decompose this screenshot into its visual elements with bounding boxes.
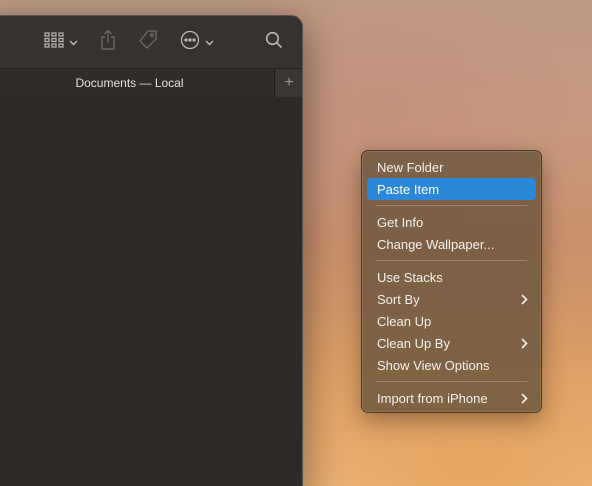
menu-item-label: Change Wallpaper... <box>377 236 495 252</box>
finder-window: Documents — Local + <box>0 15 303 486</box>
menu-separator <box>376 381 527 382</box>
menu-item-get-info[interactable]: Get Info <box>367 211 536 233</box>
search-icon <box>265 31 283 54</box>
tab-title: Documents — Local <box>75 76 184 90</box>
chevron-down-icon <box>69 33 78 51</box>
finder-toolbar <box>0 16 302 68</box>
menu-item-label: Get Info <box>377 214 424 230</box>
menu-item-label: Paste Item <box>377 181 440 197</box>
menu-item-clean-up[interactable]: Clean Up <box>367 310 536 332</box>
new-tab-button[interactable]: + <box>276 69 302 97</box>
context-menu: New Folder Paste Item Get Info Change Wa… <box>361 150 542 413</box>
share-icon <box>100 29 116 56</box>
chevron-right-icon <box>521 288 528 310</box>
tag-button[interactable] <box>135 29 161 55</box>
menu-item-label: New Folder <box>377 159 444 175</box>
chevron-right-icon <box>521 332 528 354</box>
view-grid-icon <box>44 31 64 53</box>
menu-item-label: Import from iPhone <box>377 390 488 406</box>
menu-item-new-folder[interactable]: New Folder <box>367 156 536 178</box>
menu-item-show-view-options[interactable]: Show View Options <box>367 354 536 376</box>
menu-item-label: Use Stacks <box>377 269 443 285</box>
view-options-button[interactable] <box>41 30 81 54</box>
menu-item-label: Clean Up <box>377 313 432 329</box>
chevron-right-icon <box>521 387 528 409</box>
more-actions-button[interactable] <box>177 30 217 54</box>
tag-icon <box>137 29 159 56</box>
menu-separator <box>376 205 527 206</box>
search-button[interactable] <box>263 31 285 53</box>
menu-item-clean-up-by[interactable]: Clean Up By <box>367 332 536 354</box>
chevron-down-icon <box>205 33 214 51</box>
desktop[interactable]: Documents — Local + New Folder Paste Ite… <box>0 0 592 486</box>
more-actions-icon <box>180 30 200 55</box>
menu-item-import-from-iphone[interactable]: Import from iPhone <box>367 387 536 409</box>
menu-separator <box>376 260 527 261</box>
share-button[interactable] <box>97 29 119 55</box>
tab-documents[interactable]: Documents — Local <box>0 69 275 97</box>
menu-item-paste-item[interactable]: Paste Item <box>367 178 536 200</box>
menu-item-label: Sort By <box>377 291 420 307</box>
plus-icon: + <box>284 74 294 91</box>
menu-item-label: Show View Options <box>377 357 490 373</box>
finder-content-area[interactable] <box>0 97 302 486</box>
tab-bar: Documents — Local + <box>0 68 302 98</box>
menu-item-sort-by[interactable]: Sort By <box>367 288 536 310</box>
menu-item-change-wallpaper[interactable]: Change Wallpaper... <box>367 233 536 255</box>
menu-item-use-stacks[interactable]: Use Stacks <box>367 266 536 288</box>
menu-item-label: Clean Up By <box>377 335 450 351</box>
